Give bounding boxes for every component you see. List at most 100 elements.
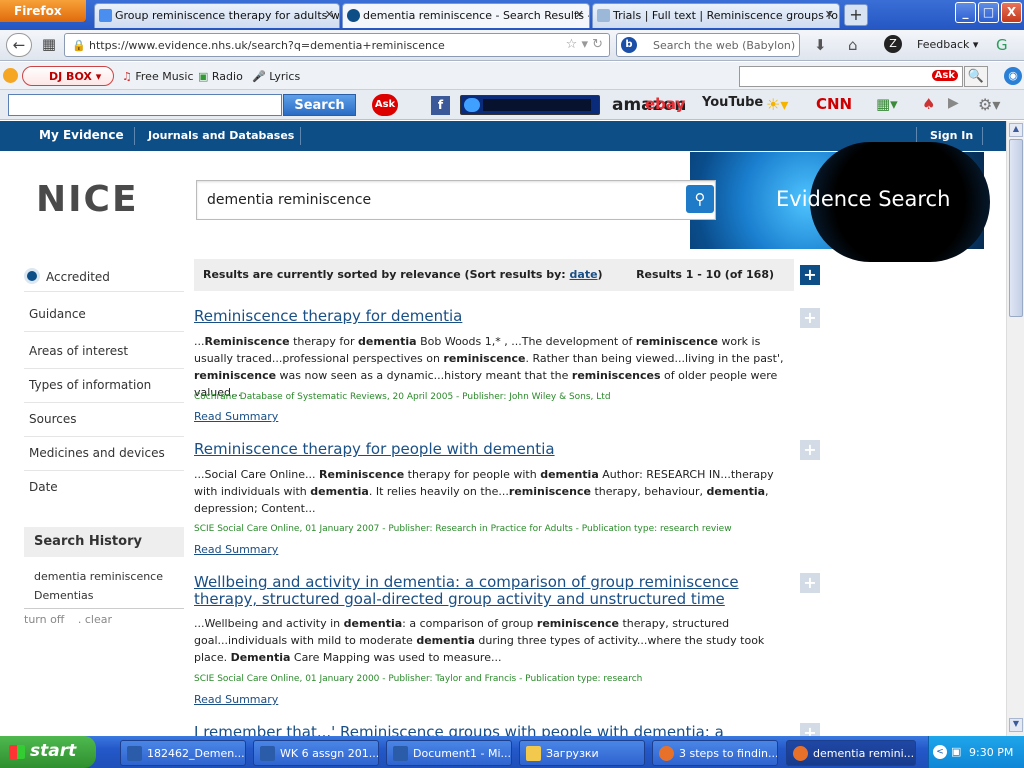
download-icon[interactable]: ⬇ <box>814 36 827 54</box>
site-search-button[interactable]: ⚲ <box>686 185 714 213</box>
taskbar-item-downloads[interactable]: Загрузки <box>519 740 645 766</box>
play-icon[interactable] <box>464 98 480 112</box>
toolbar-search-button[interactable]: Search <box>283 94 356 116</box>
radio-player[interactable] <box>460 95 600 115</box>
tray-expand-icon[interactable]: < <box>933 745 947 759</box>
result-title[interactable]: I remember that...' Reminiscence groups … <box>194 724 774 736</box>
bookmark-free-music[interactable]: ♫ Free Music <box>122 70 194 83</box>
sort-by-date-link[interactable]: date <box>570 268 598 281</box>
home-icon[interactable]: ⌂ <box>848 36 858 54</box>
add-result-button[interactable]: + <box>800 440 820 460</box>
nav-my-evidence[interactable]: My Evidence <box>39 128 124 142</box>
filter-types-of-information[interactable]: Types of information <box>24 369 184 403</box>
result-title[interactable]: Reminiscence therapy for dementia <box>194 308 774 325</box>
ebay-icon[interactable]: ebay <box>645 95 685 113</box>
url-text: https://www.evidence.nhs.uk/search?q=dem… <box>89 39 445 52</box>
nice-logo[interactable]: NICE <box>36 179 139 220</box>
nav-separator <box>134 127 135 145</box>
feedback-menu[interactable]: Feedback ▾ <box>917 38 978 51</box>
bookmark-star-icon[interactable]: ☆ ▾ ↻ <box>566 37 603 52</box>
system-tray: < ▣ 9:30 PM <box>928 736 1024 768</box>
accredited-label: Accredited <box>46 270 110 284</box>
history-item[interactable]: Dementias <box>34 589 94 602</box>
filter-guidance[interactable]: Guidance <box>24 298 184 332</box>
tab-close-icon[interactable]: ✕ <box>575 8 584 21</box>
firefox-icon <box>659 746 674 761</box>
more-arrow-icon[interactable]: ▶ <box>948 95 959 111</box>
facebook-icon[interactable]: f <box>431 96 450 115</box>
banner-title: Evidence Search <box>776 187 951 211</box>
vertical-scrollbar[interactable]: ▲ ▼ <box>1006 121 1024 736</box>
bookmark-lyrics[interactable]: 🎤 Lyrics <box>252 70 300 83</box>
trials-favicon-icon <box>597 9 610 22</box>
read-summary-link[interactable]: Read Summary <box>194 543 278 556</box>
taskbar-item-word-3[interactable]: Document1 - Mi... <box>386 740 512 766</box>
tab-group-reminiscence[interactable]: Group reminiscence therapy for adults wi… <box>94 3 340 28</box>
bookmark-radio[interactable]: ▣ Radio <box>198 70 243 83</box>
taskbar-item-firefox-1[interactable]: 3 steps to findin... <box>652 740 778 766</box>
word-icon <box>260 746 275 761</box>
ask-search-input[interactable]: Ask <box>739 66 963 87</box>
url-bar[interactable]: 🔒 https://www.evidence.nhs.uk/search?q=d… <box>64 33 610 57</box>
close-window-button[interactable]: X <box>1001 2 1022 23</box>
tab-trials[interactable]: Trials | Full text | Reminiscence groups… <box>592 3 840 28</box>
tab-close-icon[interactable]: ✕ <box>825 8 834 21</box>
addon-g-icon[interactable]: G <box>996 36 1008 54</box>
filter-areas-of-interest[interactable]: Areas of interest <box>24 335 184 369</box>
scroll-thumb[interactable] <box>1009 139 1023 317</box>
web-search-field[interactable]: b Search the web (Babylon) <box>616 33 800 57</box>
toolbar-search-input[interactable] <box>8 94 282 116</box>
scroll-down-arrow-icon[interactable]: ▼ <box>1009 718 1023 732</box>
youtube-icon[interactable]: YouTube <box>702 95 763 110</box>
taskbar-item-word-1[interactable]: 182462_Demen... <box>120 740 246 766</box>
add-all-button[interactable]: + <box>800 265 820 285</box>
nav-journals-databases[interactable]: Journals and Databases <box>148 129 294 142</box>
result-title[interactable]: Wellbeing and activity in dementia: a co… <box>194 574 774 608</box>
minimize-button[interactable]: _ <box>955 2 976 23</box>
network-icon[interactable]: ▣ <box>951 745 961 758</box>
accredited-filter[interactable]: Accredited <box>24 268 184 292</box>
clock: 9:30 PM <box>969 746 1014 759</box>
read-summary-link[interactable]: Read Summary <box>194 410 278 423</box>
nav-separator <box>982 127 983 145</box>
bookmark-label: Lyrics <box>269 70 301 83</box>
maximize-button[interactable]: □ <box>978 2 999 23</box>
clear-link[interactable]: . clear <box>78 613 112 626</box>
tab-groups-icon[interactable]: ▦ <box>36 33 62 57</box>
result-title[interactable]: Reminiscence therapy for people with dem… <box>194 441 774 458</box>
site-search-input[interactable]: dementia reminiscence <box>196 180 716 220</box>
globe-icon[interactable]: ◉ <box>1004 67 1022 85</box>
add-result-button[interactable]: + <box>800 308 820 328</box>
firefox-menu-button[interactable]: Firefox <box>0 0 86 22</box>
filter-medicines-devices[interactable]: Medicines and devices <box>24 437 184 471</box>
scroll-up-arrow-icon[interactable]: ▲ <box>1009 123 1023 137</box>
history-item[interactable]: dementia reminiscence <box>34 570 163 583</box>
tab-title: Trials | Full text | Reminiscence groups… <box>613 9 840 22</box>
read-summary-link[interactable]: Read Summary <box>194 693 278 706</box>
cnn-icon[interactable]: CNN <box>816 95 852 113</box>
addon-icon[interactable] <box>3 68 18 83</box>
tab-dementia-search[interactable]: dementia reminiscence - Search Results -… <box>342 3 590 28</box>
add-result-button[interactable]: + <box>800 573 820 593</box>
taskbar-item-word-2[interactable]: WK 6 assgn 201... <box>253 740 379 766</box>
windows-flag-icon <box>9 745 25 759</box>
tab-close-icon[interactable]: ✕ <box>325 8 334 21</box>
ask-logo-icon[interactable]: Ask <box>372 94 398 116</box>
add-result-button[interactable]: + <box>800 723 820 736</box>
filter-sources[interactable]: Sources <box>24 403 184 437</box>
result-snippet: ...Social Care Online... Reminiscence th… <box>194 468 774 515</box>
filter-date[interactable]: Date <box>24 471 184 505</box>
turn-off-link[interactable]: turn off <box>24 613 64 626</box>
back-arrow-icon[interactable]: ← <box>6 33 32 57</box>
ask-search-button[interactable]: 🔍 <box>964 66 988 87</box>
taskbar-item-firefox-2[interactable]: dementia remini... <box>786 740 916 766</box>
new-tab-button[interactable]: + <box>844 4 868 26</box>
sign-in-link[interactable]: Sign In <box>930 129 973 142</box>
settings-gear-icon[interactable]: ⚙▾ <box>978 95 1000 114</box>
z-addon-icon[interactable]: Z <box>884 35 902 53</box>
maps-icon[interactable]: ▦▾ <box>876 95 898 113</box>
djbox-button[interactable]: DJ BOX ▾ <box>22 66 114 86</box>
start-button[interactable]: start <box>0 736 96 768</box>
games-icon[interactable]: ♠ <box>922 95 935 113</box>
weather-icon[interactable]: ☀▾ <box>766 95 788 114</box>
